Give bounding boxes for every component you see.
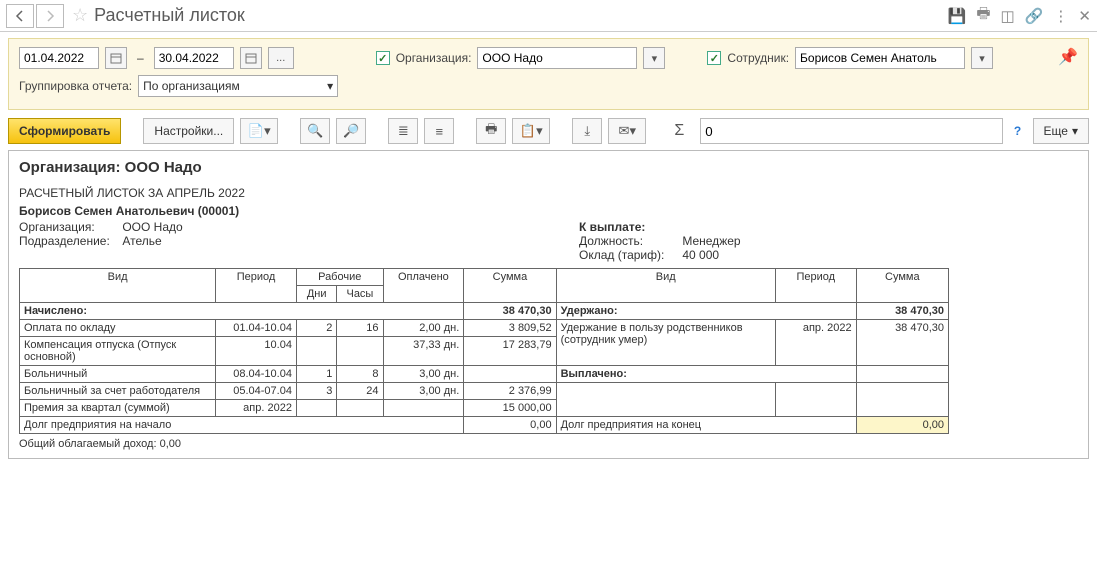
info-pos-label: Должность: [579,234,679,248]
org-checkbox[interactable]: ✓ [376,51,390,65]
group-select[interactable]: По организациям ▾ [138,75,338,97]
title-actions: 💾 🖶 ◫ 🔗 ⋮ ✕ [948,3,1091,28]
variants-button[interactable]: 📄▾ [240,118,278,144]
th-sum: Сумма [464,269,556,303]
calendar-to-button[interactable] [240,47,262,69]
th-period: Период [216,269,297,303]
info-pay-label: К выплате: [579,220,741,234]
info-org-label: Организация: [19,220,119,234]
org-label: Организация: [396,51,472,65]
debt-start-value: 0,00 [464,417,556,434]
th-vid: Вид [20,269,216,303]
accrued-total: 38 470,30 [464,303,556,320]
mail-button[interactable]: ✉▾ [608,118,646,144]
chevron-down-icon: ▾ [327,79,333,93]
emp-label: Сотрудник: [727,51,789,65]
accrued-label: Начислено: [20,303,464,320]
kebab-icon[interactable]: ⋮ [1053,7,1068,25]
sum-input[interactable] [700,118,1002,144]
generate-button[interactable]: Сформировать [8,118,121,144]
expand-button[interactable]: ≣ [388,118,418,144]
th-vid2: Вид [556,269,775,303]
calendar-icon [245,52,257,64]
filter-row-main: – ... ✓ Организация: ▾ ✓ Сотрудник: ▾ [19,47,1078,69]
info-pos-value: Менеджер [682,234,740,248]
toolbar: Сформировать Настройки... 📄▾ 🔍 🔎 ≣ ≡ 🖶 📋… [0,110,1097,150]
emp-checkbox[interactable]: ✓ [707,51,721,65]
page-title: Расчетный листок [94,5,948,26]
collapse-button[interactable]: ≡ [424,118,454,144]
th-sum2: Сумма [856,269,948,303]
withheld-total: 38 470,30 [856,303,948,320]
paid-label: Выплачено: [556,366,856,383]
info-block: Организация: ООО Надо Подразделение: Ате… [19,220,1078,262]
info-dep-value: Ателье [122,234,161,248]
help-icon[interactable]: ? [1009,124,1027,138]
date-to-input[interactable] [154,47,234,69]
chevron-down-icon: ▾ [1072,124,1078,138]
nav-back-button[interactable] [6,4,34,28]
table-row: Больничный 08.04-10.04 1 8 3,00 дн. Выпл… [20,366,949,383]
debt-start-label: Долг предприятия на начало [20,417,464,434]
org-input[interactable] [477,47,637,69]
group-label: Группировка отчета: [19,79,132,93]
org-dropdown-button[interactable]: ▾ [643,47,665,69]
th-hours: Часы [337,286,383,303]
filter-panel: 📌 – ... ✓ Организация: ▾ ✓ Сотрудник: ▾ … [8,38,1089,110]
save-icon[interactable]: 💾 [948,7,967,25]
taxable-income-line: Общий облагаемый доход: 0,00 [19,438,1078,450]
table-row: Больничный за счет работодателя 05.04-07… [20,383,949,400]
withheld-label: Удержано: [556,303,856,320]
date-from-input[interactable] [19,47,99,69]
th-work: Рабочие [296,269,383,286]
th-paid: Оплачено [383,269,464,303]
find-button[interactable]: 🔍 [300,118,330,144]
close-icon[interactable]: ✕ [1078,7,1091,25]
group-select-value: По организациям [143,79,240,93]
export-button[interactable]: ⤓ [572,118,602,144]
report-area: Организация: ООО Надо РАСЧЕТНЫЙ ЛИСТОК З… [8,150,1089,459]
date-dash: – [133,51,148,65]
sigma-icon: Σ [664,118,694,144]
save-as-button[interactable]: 📋▾ [512,118,550,144]
favorite-icon[interactable]: ☆ [72,5,88,26]
th-days: Дни [296,286,336,303]
filter-row-group: Группировка отчета: По организациям ▾ [19,75,1078,97]
debt-row: Долг предприятия на начало 0,00 Долг пре… [20,417,949,434]
calendar-from-button[interactable] [105,47,127,69]
report-org-title: Организация: ООО Надо [19,159,1078,176]
print-button[interactable]: 🖶 [476,118,506,144]
settings-button[interactable]: Настройки... [143,118,234,144]
new-window-icon[interactable]: ◫ [1001,7,1015,25]
more-button[interactable]: Еще▾ [1033,118,1089,144]
info-org-value: ООО Надо [122,220,182,234]
print-icon[interactable]: 🖶 [976,3,990,28]
info-rate-value: 40 000 [682,248,719,262]
titlebar: ☆ Расчетный листок 💾 🖶 ◫ 🔗 ⋮ ✕ [0,0,1097,32]
debt-end-label: Долг предприятия на конец [556,417,856,434]
find-clear-button[interactable]: 🔎 [336,118,366,144]
calendar-icon [110,52,122,64]
report-employee: Борисов Семен Анатольевич (00001) [19,204,1078,218]
pin-icon[interactable]: 📌 [1058,47,1078,67]
info-rate-label: Оклад (тариф): [579,248,679,262]
report-caption: РАСЧЕТНЫЙ ЛИСТОК ЗА АПРЕЛЬ 2022 [19,186,1078,200]
payroll-table: Вид Период Рабочие Оплачено Сумма Вид Пе… [19,268,949,434]
nav-forward-button[interactable] [36,4,64,28]
th-period2: Период [775,269,856,303]
info-dep-label: Подразделение: [19,234,119,248]
link-icon[interactable]: 🔗 [1025,7,1044,25]
emp-dropdown-button[interactable]: ▾ [971,47,993,69]
emp-input[interactable] [795,47,965,69]
table-row: Оплата по окладу 01.04-10.04 2 16 2,00 д… [20,320,949,337]
debt-end-value: 0,00 [856,417,948,434]
arrow-right-icon [44,10,56,22]
arrow-left-icon [14,10,26,22]
period-select-button[interactable]: ... [268,47,294,69]
